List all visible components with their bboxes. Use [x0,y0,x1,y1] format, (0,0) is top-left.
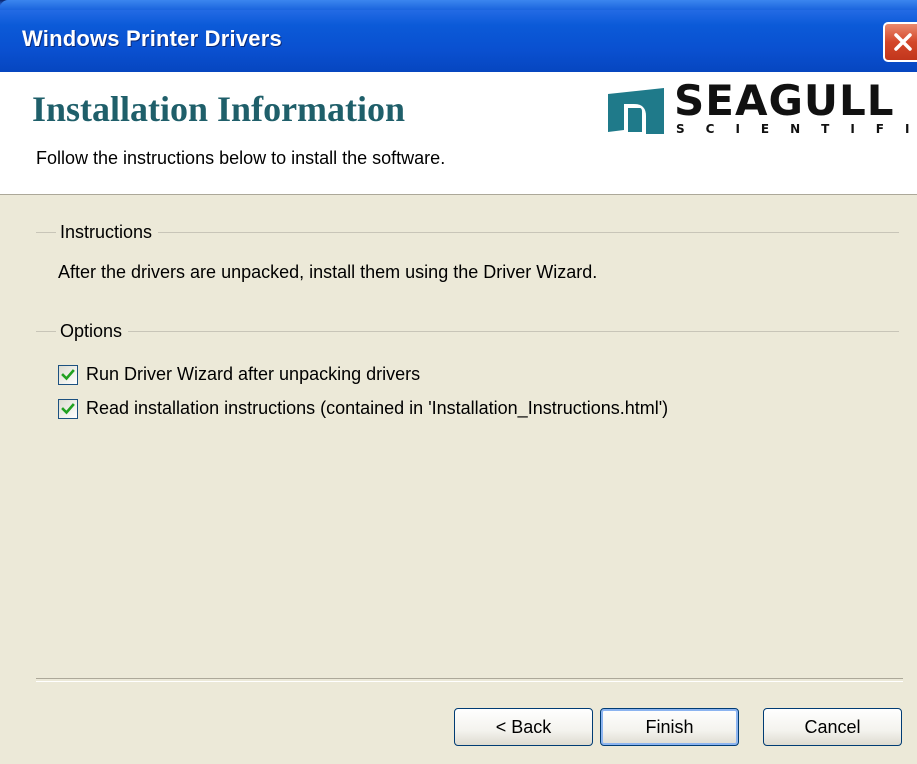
wizard-header: Installation Information Follow the inst… [0,72,917,195]
instructions-text: After the drivers are unpacked, install … [58,262,598,282]
window-title: Windows Printer Drivers [22,26,282,51]
footer-divider [36,678,903,682]
logo-subtext: SCIENTIFIC [676,122,917,136]
read-instructions-checkbox-row[interactable]: Read installation instructions (containe… [58,398,668,419]
options-label: Options [60,321,123,341]
title-bar[interactable]: Windows Printer Drivers [0,0,917,72]
checkmark-icon [61,368,75,380]
close-icon [894,33,912,51]
group-divider [36,331,56,332]
page-subtitle: Follow the instructions below to install… [36,148,446,168]
back-button[interactable]: < Back [454,708,593,746]
read-instructions-label[interactable]: Read installation instructions (containe… [86,398,668,419]
options-group-header: Options [36,321,899,342]
checkmark-icon [61,402,75,414]
installer-window: Windows Printer Drivers Installation Inf… [0,0,917,764]
instructions-label: Instructions [60,222,153,242]
finish-button[interactable]: Finish [600,708,739,746]
instructions-group-header: Instructions [36,222,899,243]
group-divider [128,331,899,332]
page-title: Installation Information [32,89,406,129]
run-driver-wizard-checkbox[interactable] [58,364,78,385]
run-driver-wizard-label[interactable]: Run Driver Wizard after unpacking driver… [86,364,420,385]
seagull-logo: SEAGULL SCIENTIFIC [606,80,917,144]
seagull-logo-mark-icon [608,88,664,134]
group-divider [158,232,899,233]
run-driver-wizard-checkbox-row[interactable]: Run Driver Wizard after unpacking driver… [58,364,420,385]
close-button[interactable] [883,22,917,62]
group-divider [36,232,56,233]
cancel-button[interactable]: Cancel [763,708,902,746]
read-instructions-checkbox[interactable] [58,398,78,419]
logo-wordmark: SEAGULL [674,76,895,125]
